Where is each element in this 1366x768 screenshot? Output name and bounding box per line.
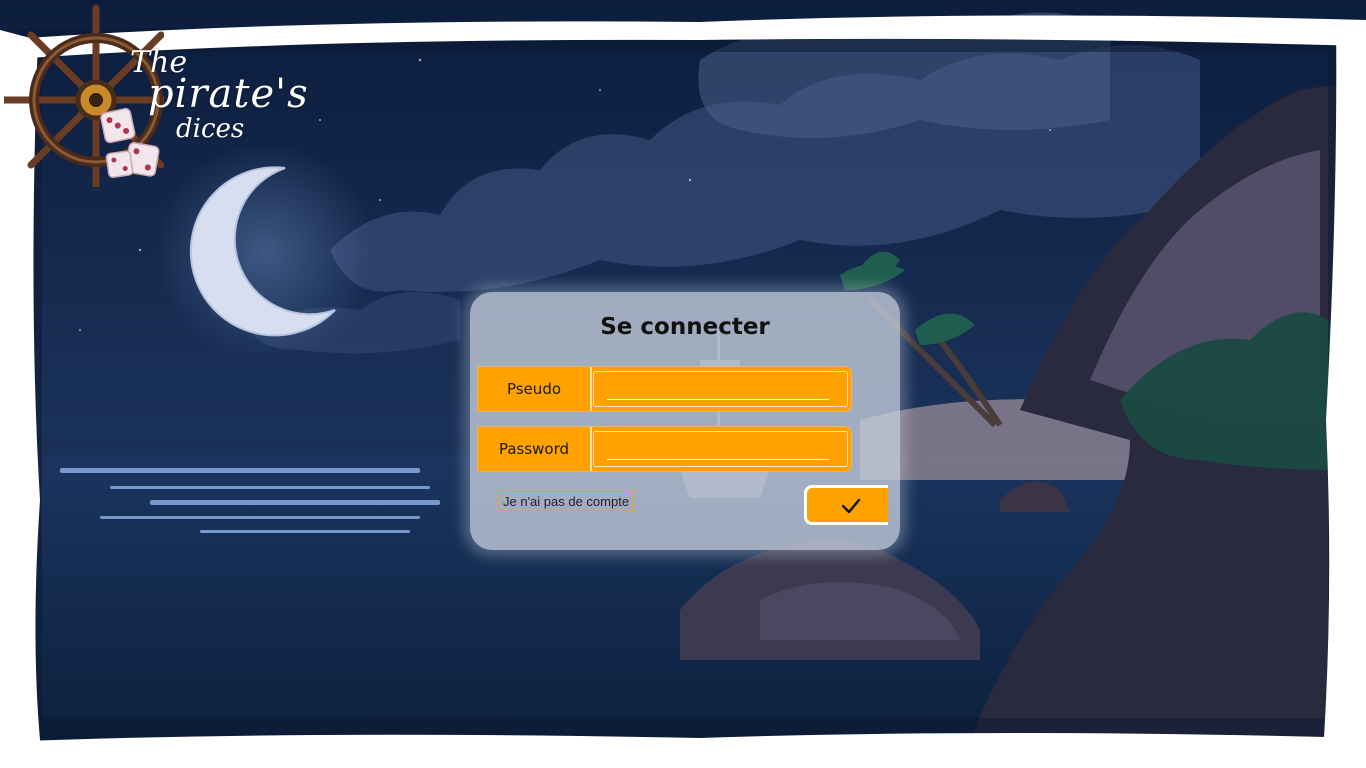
password-field: Password xyxy=(478,427,851,471)
logo-line-3: dices xyxy=(176,114,245,144)
game-logo: The pirate's dices xyxy=(4,2,308,187)
pseudo-field: Pseudo xyxy=(478,367,851,411)
password-label: Password xyxy=(478,427,592,471)
password-input[interactable] xyxy=(607,435,829,460)
password-input-box xyxy=(593,431,848,467)
no-account-button[interactable]: Je n'ai pas de compte xyxy=(498,491,635,512)
checkmark-icon xyxy=(841,498,861,514)
login-title: Se connecter xyxy=(600,314,770,340)
logo-line-2: pirate's xyxy=(148,71,309,117)
submit-button[interactable] xyxy=(804,485,888,525)
pseudo-input[interactable] xyxy=(607,375,829,400)
pseudo-label: Pseudo xyxy=(478,367,592,411)
login-panel: Se connecter Pseudo Password Je n'ai pas… xyxy=(470,292,900,550)
login-screen: The pirate's dices Se connecter Pseudo P… xyxy=(0,0,1366,768)
pseudo-input-box xyxy=(593,371,848,407)
ship-wheel-icon xyxy=(4,4,164,187)
